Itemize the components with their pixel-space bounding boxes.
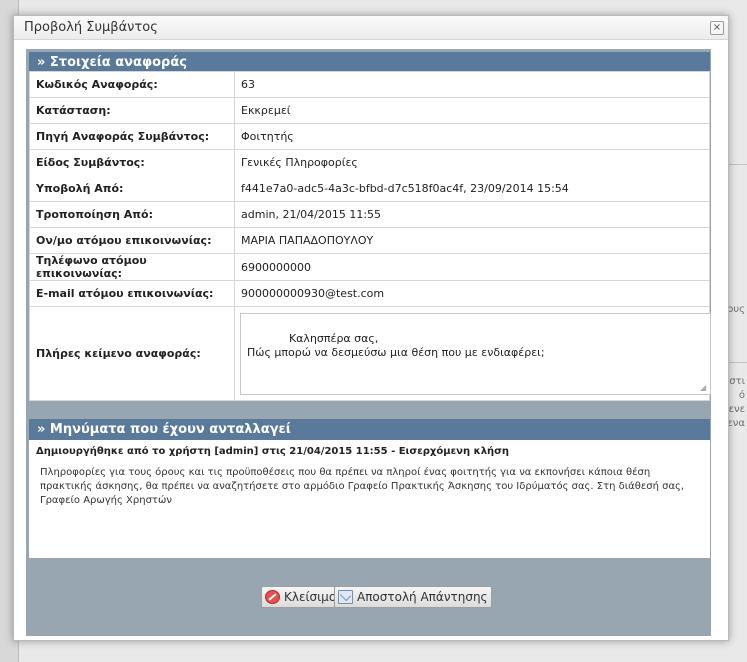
table-row: Πηγή Αναφοράς Συμβάντος: Φοιτητής [29, 123, 710, 150]
contact-name-value: ΜΑΡΙΑ ΠΑΠΑΔΟΠΟΥΛΟΥ [234, 227, 710, 254]
table-row: Πλήρες κείμενο αναφοράς: Καλησπέρα σας, … [29, 306, 711, 401]
incident-type-label: Είδος Συμβάντος: [29, 149, 235, 176]
contact-phone-label: Τηλέφωνο ατόμου επικοινωνίας: [29, 253, 235, 281]
message-body: Πληροφορίες για τους όρους και τις προϋπ… [40, 467, 685, 506]
table-row: Κατάσταση: Εκκρεμεί [29, 97, 710, 124]
contact-email-label: E-mail ατόμου επικοινωνίας: [29, 280, 235, 307]
table-row: Τηλέφωνο ατόμου επικοινωνίας: 6900000000 [29, 253, 710, 281]
view-incident-dialog: Προβολή Συμβάντος × » Στοιχεία αναφοράς … [13, 15, 729, 641]
send-reply-button[interactable]: Αποστολή Απάντησης [334, 586, 492, 608]
report-details-table: Κωδικός Αναφοράς: 63 Κατάσταση: Εκκρεμεί… [29, 71, 711, 401]
dialog-body: » Στοιχεία αναφοράς Κωδικός Αναφοράς: 63… [26, 49, 711, 636]
resize-grip-icon[interactable]: ◢ [700, 383, 708, 392]
dialog-titlebar[interactable]: Προβολή Συμβάντος × [14, 16, 728, 40]
table-row: Ον/μο ατόμου επικοινωνίας: ΜΑΡΙΑ ΠΑΠΑΔΟΠ… [29, 227, 710, 254]
table-row: Κωδικός Αναφοράς: 63 [29, 71, 710, 98]
full-text-label: Πλήρες κείμενο αναφοράς: [29, 306, 235, 401]
table-row: E-mail ατόμου επικοινωνίας: 900000000930… [29, 280, 710, 307]
background-text-fragment: ενα [727, 418, 745, 429]
modified-by-value: admin, 21/04/2015 11:55 [234, 201, 710, 228]
background-text-fragment: ό [738, 390, 745, 401]
no-entry-icon [265, 590, 280, 604]
table-row: Είδος Συμβάντος: Γενικές Πληροφορίες [29, 149, 710, 176]
source-value: Φοιτητής [234, 123, 710, 150]
messages-panel: Δημιουργήθηκε από το χρήστη [admin] στις… [29, 440, 710, 558]
status-label: Κατάσταση: [29, 97, 235, 124]
table-row: Τροποποίηση Από: admin, 21/04/2015 11:55 [29, 201, 710, 228]
background-text-fragment: ους [727, 304, 745, 315]
full-text-textarea[interactable]: Καλησπέρα σας, Πώς μπορώ να δεσμεύσω μια… [240, 312, 711, 395]
report-code-value: 63 [234, 71, 710, 98]
contact-name-label: Ον/μο ατόμου επικοινωνίας: [29, 227, 235, 254]
messages-section-header: » Μηνύματα που έχουν ανταλλαγεί [29, 419, 710, 440]
full-text-cell: Καλησπέρα σας, Πώς μπορώ να δεσμεύσω μια… [234, 306, 711, 401]
report-code-label: Κωδικός Αναφοράς: [29, 71, 235, 98]
status-value: Εκκρεμεί [234, 97, 710, 124]
modified-by-label: Τροποποίηση Από: [29, 201, 235, 228]
background-text-fragment: στι [729, 376, 745, 387]
contact-email-value: 900000000930@test.com [234, 280, 710, 307]
send-reply-button-label: Αποστολή Απάντησης [357, 590, 488, 604]
incident-type-value: Γενικές Πληροφορίες [234, 149, 710, 176]
details-section-header: » Στοιχεία αναφοράς [29, 52, 710, 73]
dialog-title: Προβολή Συμβάντος [24, 20, 158, 35]
contact-phone-value: 6900000000 [234, 253, 710, 281]
full-text-content: Καλησπέρα σας, Πώς μπορώ να δεσμεύσω μια… [247, 331, 545, 359]
submitted-by-value: f441e7a0-adc5-4a3c-bfbd-d7c518f0ac4f, 23… [234, 175, 710, 202]
close-button[interactable]: Κλείσιμο [261, 586, 341, 608]
envelope-icon [338, 590, 353, 604]
table-row: Υποβολή Από: f441e7a0-adc5-4a3c-bfbd-d7c… [29, 175, 710, 202]
submitted-by-label: Υποβολή Από: [29, 175, 235, 202]
dialog-close-icon[interactable]: × [710, 21, 724, 35]
source-label: Πηγή Αναφοράς Συμβάντος: [29, 123, 235, 150]
close-button-label: Κλείσιμο [284, 590, 337, 604]
message-header: Δημιουργήθηκε από το χρήστη [admin] στις… [36, 446, 510, 457]
